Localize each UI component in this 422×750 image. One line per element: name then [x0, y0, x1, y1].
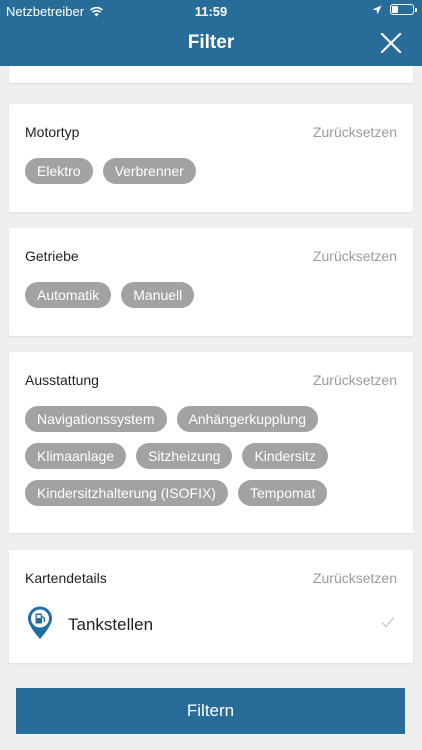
- chip-group: Automatik Manuell: [25, 282, 397, 308]
- filter-list[interactable]: Motortyp Zurücksetzen Elektro Verbrenner…: [0, 66, 422, 686]
- chip-sitzheizung[interactable]: Sitzheizung: [136, 443, 233, 469]
- tankstellen-label: Tankstellen: [68, 615, 154, 634]
- nav-bar: Filter: [0, 22, 422, 66]
- section-card-partial: [9, 66, 413, 83]
- section-title: Ausstattung: [25, 372, 99, 388]
- battery-icon: [390, 4, 417, 15]
- close-icon[interactable]: [380, 32, 402, 54]
- section-title: Getriebe: [25, 248, 79, 264]
- chip-group: Navigationssystem Anhängerkupplung Klima…: [25, 406, 397, 506]
- section-motortyp: Motortyp Zurücksetzen Elektro Verbrenner: [9, 104, 413, 212]
- status-bar: Netzbetreiber 11:59: [0, 0, 422, 22]
- clock: 11:59: [194, 4, 228, 19]
- chip-anhaengerkupplung[interactable]: Anhängerkupplung: [176, 406, 319, 432]
- chip-elektro[interactable]: Elektro: [25, 158, 93, 184]
- chip-kindersitz[interactable]: Kindersitz: [242, 443, 328, 469]
- filter-submit-button[interactable]: Filtern: [16, 688, 405, 734]
- section-getriebe: Getriebe Zurücksetzen Automatik Manuell: [9, 228, 413, 336]
- section-kartendetails: Kartendetails Zurücksetzen Tankstellen: [9, 550, 413, 663]
- chip-klimaanlage[interactable]: Klimaanlage: [25, 443, 127, 469]
- location-arrow-icon: [372, 5, 382, 14]
- page-title: Filter: [187, 32, 235, 53]
- reset-button[interactable]: Zurücksetzen: [313, 372, 397, 388]
- checkmark-icon: [381, 617, 395, 628]
- section-ausstattung: Ausstattung Zurücksetzen Navigationssyst…: [9, 352, 413, 533]
- chip-automatik[interactable]: Automatik: [25, 282, 112, 308]
- reset-button[interactable]: Zurücksetzen: [313, 570, 397, 586]
- fuel-station-pin-icon: [28, 606, 52, 639]
- chip-verbrenner[interactable]: Verbrenner: [102, 158, 196, 184]
- chip-manuell[interactable]: Manuell: [121, 282, 195, 308]
- chip-group: Elektro Verbrenner: [25, 158, 397, 184]
- reset-button[interactable]: Zurücksetzen: [313, 248, 397, 264]
- reset-button[interactable]: Zurücksetzen: [313, 124, 397, 140]
- tankstellen-toggle[interactable]: Tankstellen: [25, 606, 397, 640]
- section-title: Kartendetails: [25, 570, 107, 586]
- section-title: Motortyp: [25, 124, 80, 140]
- chip-kindersitzhalterung[interactable]: Kindersitzhalterung (ISOFIX): [25, 480, 228, 506]
- chip-tempomat[interactable]: Tempomat: [237, 480, 328, 506]
- chip-navigationssystem[interactable]: Navigationssystem: [25, 406, 167, 432]
